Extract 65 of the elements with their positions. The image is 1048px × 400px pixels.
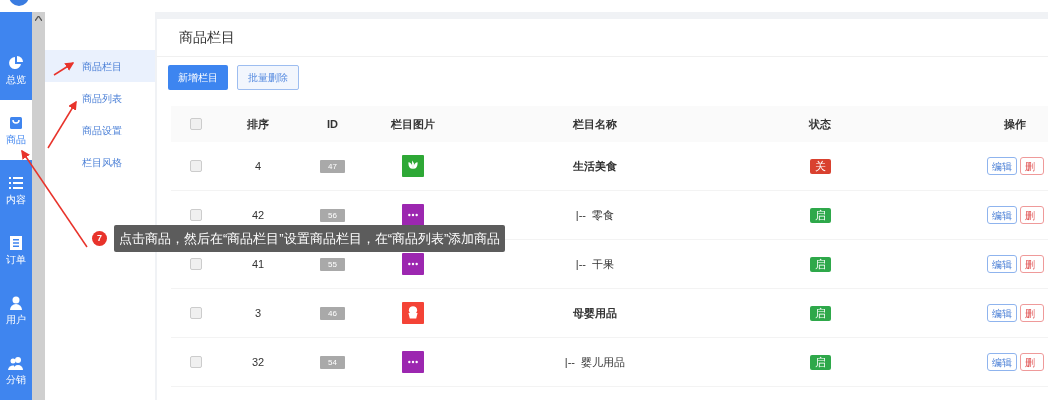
column-header: 栏目名称 bbox=[572, 116, 618, 132]
status-tag[interactable]: 启 bbox=[809, 207, 831, 223]
nav-item[interactable]: 用户 bbox=[0, 280, 32, 340]
order-text: 41 bbox=[250, 256, 266, 272]
column-header: ID bbox=[326, 116, 339, 132]
submenu-item[interactable]: 商品设置 bbox=[45, 114, 155, 146]
bag-icon bbox=[8, 115, 24, 131]
id-tag: 56 bbox=[320, 208, 345, 222]
batch-delete-button[interactable]: 批量删除 bbox=[237, 65, 299, 90]
delete-button[interactable]: 删 bbox=[1020, 255, 1044, 273]
submenu-item[interactable]: 商品栏目 bbox=[45, 50, 155, 82]
order-text: 4 bbox=[253, 158, 263, 174]
arrow bbox=[53, 62, 75, 76]
edit-button[interactable]: 编辑 bbox=[987, 206, 1017, 224]
id-tag: 54 bbox=[320, 355, 345, 369]
id-tag: 47 bbox=[320, 159, 345, 173]
row-checkbox[interactable] bbox=[190, 356, 202, 368]
delete-button[interactable]: 删 bbox=[1020, 157, 1044, 175]
caret-up-icon bbox=[35, 16, 42, 21]
column-header: 操作 bbox=[1003, 116, 1027, 132]
nav-item[interactable]: 内容 bbox=[0, 160, 32, 220]
user-icon bbox=[8, 295, 24, 311]
row-checkbox[interactable] bbox=[190, 258, 202, 270]
pie-chart-icon bbox=[8, 55, 24, 71]
submenu-item[interactable]: 栏目风格 bbox=[45, 146, 155, 178]
list-icon bbox=[8, 175, 24, 191]
users-icon bbox=[8, 355, 24, 371]
status-tag[interactable]: 启 bbox=[809, 256, 831, 272]
nav-item[interactable]: 总览 bbox=[0, 40, 32, 100]
column-header: 栏目图片 bbox=[389, 116, 436, 132]
category-name: |-- 零食 bbox=[574, 207, 616, 223]
document-icon bbox=[8, 235, 24, 251]
row-checkbox[interactable] bbox=[190, 209, 202, 221]
category-name: |-- 婴儿用品 bbox=[563, 354, 627, 370]
category-name: |-- 干果 bbox=[574, 256, 616, 272]
delete-button[interactable]: 删 bbox=[1020, 353, 1044, 371]
row-checkbox[interactable] bbox=[190, 307, 202, 319]
column-header: 排序 bbox=[246, 116, 270, 132]
tooltip: 点击商品，然后在“商品栏目”设置商品栏目，在“商品列表”添加商品 bbox=[114, 225, 506, 252]
order-text: 32 bbox=[250, 354, 266, 370]
scrollbar[interactable] bbox=[32, 12, 45, 400]
add-button[interactable]: 新增栏目 bbox=[168, 65, 228, 90]
column-header: 状态 bbox=[807, 116, 832, 132]
status-tag[interactable]: 启 bbox=[809, 305, 831, 321]
edit-button[interactable]: 编辑 bbox=[987, 304, 1017, 322]
delete-button[interactable]: 删 bbox=[1020, 206, 1044, 224]
select-all-checkbox[interactable] bbox=[190, 118, 202, 130]
id-tag: 55 bbox=[320, 257, 345, 271]
nav-item[interactable]: 商品 bbox=[0, 100, 32, 160]
order-text: 42 bbox=[250, 207, 266, 223]
edit-button[interactable]: 编辑 bbox=[987, 255, 1017, 273]
edit-button[interactable]: 编辑 bbox=[987, 157, 1017, 175]
delete-button[interactable]: 删 bbox=[1020, 304, 1044, 322]
submenu-item[interactable]: 商品列表 bbox=[45, 82, 155, 114]
row-checkbox[interactable] bbox=[190, 160, 202, 172]
page-title: 商品栏目 bbox=[179, 28, 235, 47]
order-text: 3 bbox=[253, 305, 263, 321]
edit-button[interactable]: 编辑 bbox=[987, 353, 1017, 371]
category-name: 生活美食 bbox=[572, 158, 618, 174]
category-name: 母婴用品 bbox=[572, 305, 618, 321]
nav-item[interactable]: 分销 bbox=[0, 340, 32, 400]
id-tag: 46 bbox=[320, 306, 345, 320]
nav-item[interactable]: 订单 bbox=[0, 220, 32, 280]
status-tag[interactable]: 关 bbox=[809, 158, 831, 174]
status-tag[interactable]: 启 bbox=[809, 354, 831, 370]
